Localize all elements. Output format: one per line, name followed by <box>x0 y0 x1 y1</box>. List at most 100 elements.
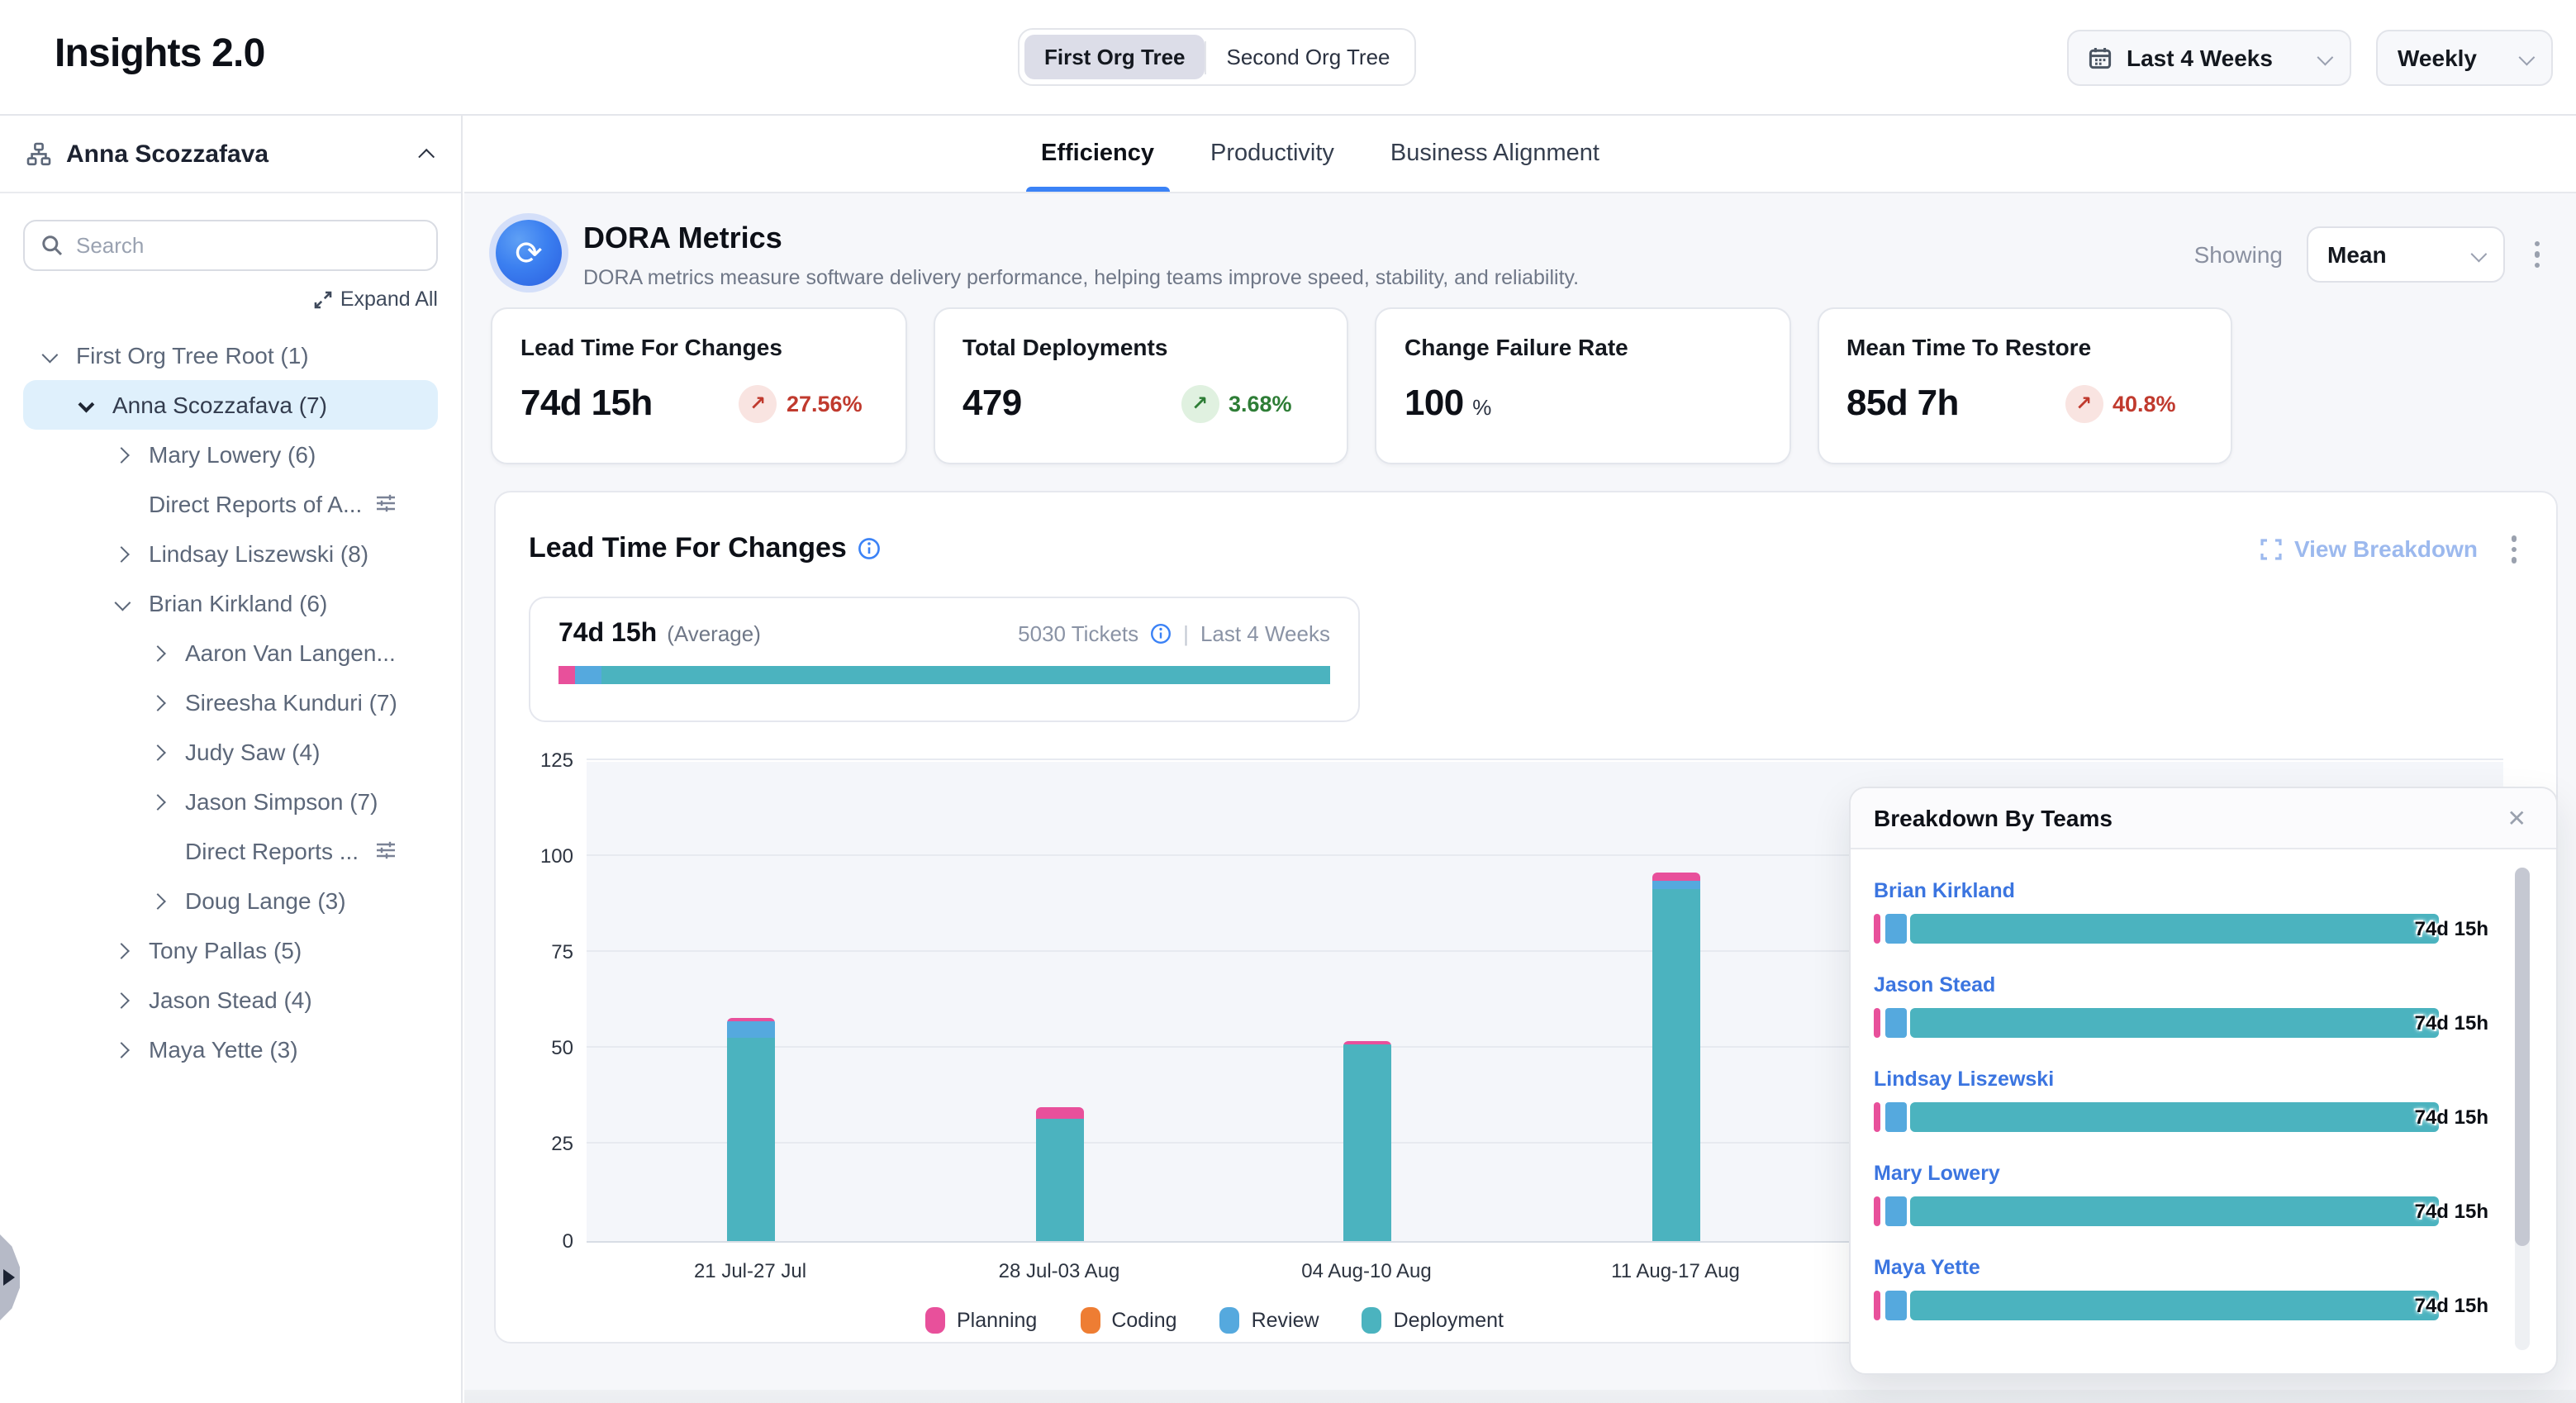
chevron-right-icon[interactable] <box>116 944 149 956</box>
tree-item-first-org-tree-root-1[interactable]: First Org Tree Root (1) <box>23 331 438 380</box>
metric-cards-row: Lead Time For Changes74d 15h↗27.56%Total… <box>491 307 2576 464</box>
dora-title: DORA Metrics <box>583 221 1579 256</box>
chevron-down-icon[interactable] <box>116 597 149 609</box>
info-icon[interactable] <box>1150 623 1172 644</box>
arrow-right-icon <box>3 1269 15 1286</box>
chevron-down-icon <box>2470 245 2487 262</box>
tree-item-brian-kirkland-6[interactable]: Brian Kirkland (6) <box>23 578 438 628</box>
legend-item-review: Review <box>1220 1306 1319 1333</box>
bar-segment-planning <box>1652 873 1699 880</box>
metric-title: Total Deployments <box>962 334 1319 360</box>
expand-all-button[interactable]: Expand All <box>23 288 438 311</box>
dora-menu-button[interactable] <box>2527 235 2546 275</box>
tree-item-label: Sireesha Kunduri (7) <box>185 689 397 716</box>
team-value: 74d 15h <box>2415 1294 2488 1317</box>
chevron-right-icon[interactable] <box>152 895 185 906</box>
tree-item-label: Mary Lowery (6) <box>149 441 316 468</box>
metric-card-change-failure-rate: Change Failure Rate100 % <box>1375 307 1790 464</box>
metric-card-mean-time-to-restore: Mean Time To Restore85d 7h↗40.8% <box>1817 307 2232 464</box>
metric-title: Mean Time To Restore <box>1846 334 2203 360</box>
team-bar-planning-segment <box>1874 1008 1880 1038</box>
tree-item-direct-reports-of-a[interactable]: Direct Reports of A... <box>23 479 438 529</box>
panel-scrollbar-thumb[interactable] <box>2515 868 2530 1246</box>
first-org-tree-button[interactable]: First Org Tree <box>1024 35 1205 79</box>
tab-business-alignment[interactable]: Business Alignment <box>1390 116 1599 192</box>
chevron-right-icon[interactable] <box>152 697 185 708</box>
stacked-bar-21-jul-27-jul[interactable] <box>726 1018 774 1240</box>
search-input[interactable] <box>76 233 420 258</box>
calendar-icon <box>2089 46 2112 69</box>
team-value: 74d 15h <box>2415 1011 2488 1034</box>
date-range-select[interactable]: Last 4 Weeks <box>2067 30 2351 86</box>
chevron-right-icon[interactable] <box>152 746 185 758</box>
expand-corners-icon <box>2261 539 2283 560</box>
x-axis-label-28-jul-03-aug: 28 Jul-03 Aug <box>999 1258 1120 1282</box>
tree-item-direct-reports[interactable]: Direct Reports ... <box>23 826 438 876</box>
tree-item-doug-lange-3[interactable]: Doug Lange (3) <box>23 876 438 925</box>
filter-sliders-icon[interactable] <box>375 492 397 514</box>
tree-item-label: Lindsay Liszewski (8) <box>149 540 368 567</box>
team-name-link[interactable]: Brian Kirkland <box>1874 879 2556 902</box>
tab-label: Business Alignment <box>1390 140 1599 167</box>
bar-segment-deployment <box>1035 1119 1083 1240</box>
tree-item-maya-yette-3[interactable]: Maya Yette (3) <box>23 1025 438 1074</box>
filter-sliders-icon[interactable] <box>375 839 397 861</box>
team-row-mary-lowery: Mary Lowery 74d 15h <box>1874 1162 2556 1226</box>
tree-item-aaron-van-langen[interactable]: Aaron Van Langen... <box>23 628 438 678</box>
legend-swatch-coding <box>1080 1306 1100 1333</box>
chart-menu-button[interactable] <box>2504 529 2523 569</box>
team-stacked-bar: 74d 15h <box>1874 1291 2439 1320</box>
team-name-link[interactable]: Jason Stead <box>1874 973 2556 996</box>
org-tree: First Org Tree Root (1)Anna Scozzafava (… <box>0 331 461 1074</box>
breakdown-by-teams-panel: Breakdown By Teams ✕ Brian Kirkland74d 1… <box>1849 787 2558 1375</box>
metric-value: 479 <box>962 382 1181 425</box>
team-bar-planning-segment <box>1874 1291 1880 1320</box>
metric-title: Change Failure Rate <box>1404 334 1761 360</box>
trend-delta-value: 27.56% <box>787 391 863 416</box>
tree-item-lindsay-liszewski-8[interactable]: Lindsay Liszewski (8) <box>23 529 438 578</box>
legend-label: Planning <box>957 1308 1037 1331</box>
tab-efficiency[interactable]: Efficiency <box>1041 116 1154 192</box>
chevron-right-icon[interactable] <box>116 548 149 559</box>
team-stacked-bar: 74d 15h <box>1874 1102 2439 1132</box>
close-icon[interactable]: ✕ <box>2501 801 2533 835</box>
team-name-link[interactable]: Lindsay Liszewski <box>1874 1068 2556 1091</box>
info-icon[interactable] <box>858 538 882 561</box>
stacked-bar-11-aug-17-aug[interactable] <box>1652 873 1699 1240</box>
tab-productivity[interactable]: Productivity <box>1210 116 1334 192</box>
team-stacked-bar: 74d 15h <box>1874 1196 2439 1226</box>
chevron-down-icon[interactable] <box>43 350 76 361</box>
second-org-tree-button[interactable]: Second Org Tree <box>1207 35 1410 79</box>
tree-item-jason-stead-4[interactable]: Jason Stead (4) <box>23 975 438 1025</box>
showing-label: Showing <box>2194 241 2283 268</box>
tree-item-anna-scozzafava-7[interactable]: Anna Scozzafava (7) <box>23 380 438 430</box>
tree-item-jason-simpson-7[interactable]: Jason Simpson (7) <box>23 777 438 826</box>
tree-item-tony-pallas-5[interactable]: Tony Pallas (5) <box>23 925 438 975</box>
date-range-value: Last 4 Weeks <box>2127 45 2273 71</box>
team-row-maya-yette: Maya Yette 74d 15h <box>1874 1256 2556 1320</box>
team-bar-deployment-segment: 74d 15h <box>1910 1008 2439 1038</box>
team-name-link[interactable]: Mary Lowery <box>1874 1162 2556 1185</box>
bar-segment-deployment <box>1343 1044 1390 1240</box>
view-breakdown-button[interactable]: View Breakdown <box>2261 536 2478 563</box>
tab-label: Efficiency <box>1041 140 1154 167</box>
granularity-select[interactable]: Weekly <box>2376 30 2553 86</box>
legend-item-planning: Planning <box>925 1306 1037 1333</box>
showing-select[interactable]: Mean <box>2306 226 2504 283</box>
chevron-right-icon[interactable] <box>116 449 149 460</box>
chevron-right-icon[interactable] <box>152 647 185 659</box>
org-chart-icon <box>26 141 51 166</box>
trend-up-arrow-icon: ↗ <box>2065 384 2103 422</box>
tree-item-judy-saw-4[interactable]: Judy Saw (4) <box>23 727 438 777</box>
team-name-link[interactable]: Maya Yette <box>1874 1256 2556 1279</box>
chevron-right-icon[interactable] <box>116 1044 149 1055</box>
tree-item-sireesha-kunduri-7[interactable]: Sireesha Kunduri (7) <box>23 678 438 727</box>
trend-up-arrow-icon: ↗ <box>739 384 777 422</box>
sidebar-header[interactable]: Anna Scozzafava <box>0 116 461 193</box>
chevron-down-icon[interactable] <box>79 399 112 411</box>
tree-item-mary-lowery-6[interactable]: Mary Lowery (6) <box>23 430 438 479</box>
chevron-right-icon[interactable] <box>152 796 185 807</box>
stacked-bar-28-jul-03-aug[interactable] <box>1035 1107 1083 1240</box>
chevron-right-icon[interactable] <box>116 994 149 1006</box>
stacked-bar-04-aug-10-aug[interactable] <box>1343 1041 1390 1240</box>
